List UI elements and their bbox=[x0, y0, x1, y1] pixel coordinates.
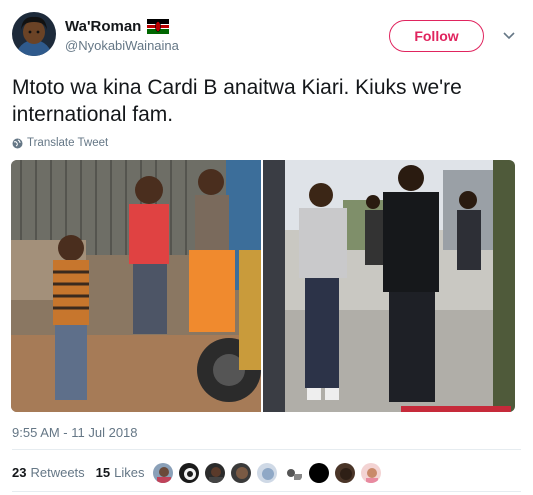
avatar[interactable] bbox=[12, 12, 56, 56]
liker-avatar[interactable] bbox=[204, 462, 226, 484]
display-name[interactable]: Wa'Roman bbox=[65, 18, 141, 35]
liker-avatar[interactable] bbox=[308, 462, 330, 484]
tweet-text: Mtoto wa kina Cardi B anaitwa Kiari. Kiu… bbox=[12, 76, 462, 126]
liker-avatar[interactable] bbox=[178, 462, 200, 484]
media-photo-adults-dancing[interactable] bbox=[263, 160, 515, 412]
tweet-header: Wa'Roman @NyokabiWainaina Follow bbox=[12, 12, 521, 62]
tweet-timestamp[interactable]: 9:55 AM - 11 Jul 2018 bbox=[12, 425, 138, 440]
divider bbox=[12, 449, 521, 450]
user-handle[interactable]: @NyokabiWainaina bbox=[65, 38, 179, 53]
likes-stat[interactable]: 15 Likes bbox=[96, 465, 145, 480]
chevron-down-icon[interactable] bbox=[501, 27, 517, 43]
liker-avatar[interactable] bbox=[152, 462, 174, 484]
liker-avatar[interactable] bbox=[360, 462, 382, 484]
tweet-stats: 23 Retweets 15 Likes bbox=[12, 460, 156, 484]
liker-avatar[interactable] bbox=[282, 462, 304, 484]
retweets-stat[interactable]: 23 Retweets bbox=[12, 465, 85, 480]
retweets-label: Retweets bbox=[30, 464, 85, 480]
liker-avatar[interactable] bbox=[256, 462, 278, 484]
user-names: Wa'Roman @NyokabiWainaina bbox=[65, 18, 179, 53]
kenya-flag-icon bbox=[147, 19, 170, 34]
translate-tweet-link[interactable]: Translate Tweet bbox=[12, 137, 108, 149]
tweet-media[interactable] bbox=[11, 160, 515, 412]
likes-count: 15 bbox=[95, 464, 111, 480]
retweets-count: 23 bbox=[12, 464, 27, 480]
follow-button[interactable]: Follow bbox=[389, 20, 484, 52]
liker-avatar[interactable] bbox=[334, 462, 356, 484]
media-photo-children-dancing[interactable] bbox=[11, 160, 261, 412]
likes-label: Likes bbox=[114, 464, 145, 480]
divider bbox=[12, 491, 521, 492]
globe-icon bbox=[12, 138, 23, 148]
translate-label: Translate Tweet bbox=[27, 137, 109, 149]
liker-avatar[interactable] bbox=[230, 462, 252, 484]
liker-avatars bbox=[152, 462, 386, 484]
